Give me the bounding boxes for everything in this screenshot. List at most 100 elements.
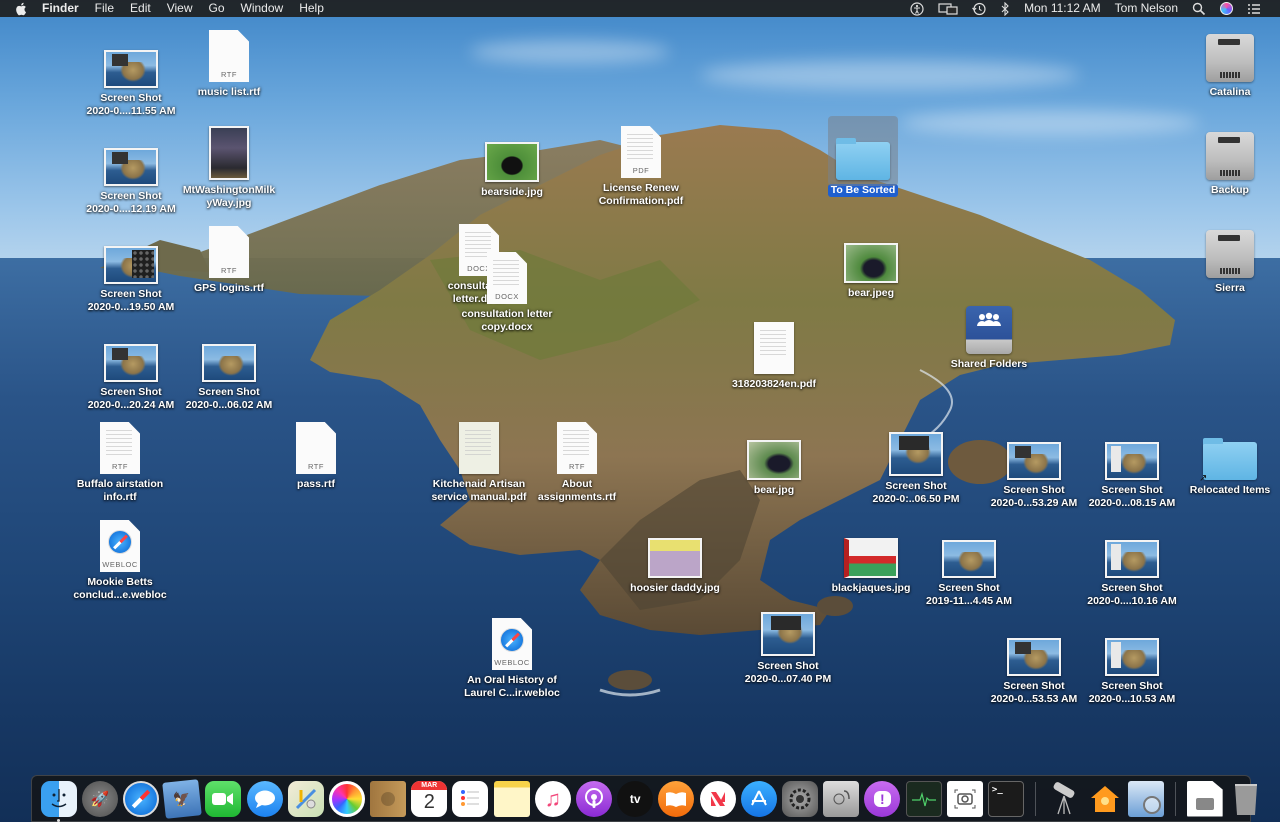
bluetooth-icon[interactable]: [993, 1, 1017, 16]
dock-news[interactable]: [699, 780, 736, 817]
desktop-file-screenshot[interactable]: Screen Shot 2020-0...08.15 AM: [1082, 424, 1182, 510]
menu-window[interactable]: Window: [233, 0, 292, 17]
desktop-file-photo[interactable]: bear.jpeg: [821, 227, 921, 300]
spotlight-search-icon[interactable]: [1185, 2, 1213, 16]
desktop-server-shared-folders[interactable]: Shared Folders: [939, 298, 1039, 371]
clock[interactable]: Mon 11:12 AM: [1017, 0, 1108, 17]
desktop-file-screenshot[interactable]: Screen Shot 2020-0...19.50 AM: [81, 228, 181, 314]
desktop-folder-selected[interactable]: To Be Sorted: [813, 116, 913, 197]
screenshot-thumbnail: [1105, 442, 1159, 480]
desktop-file-screenshot[interactable]: Screen Shot 2020-0....11.55 AM: [81, 32, 181, 118]
desktop-file-screenshot[interactable]: Screen Shot 2020-0:..06.50 PM: [866, 420, 966, 506]
dock-feedback-assistant[interactable]: !: [864, 780, 901, 817]
screenshot-thumbnail: [1007, 442, 1061, 480]
menu-help[interactable]: Help: [291, 0, 332, 17]
dock-app-store[interactable]: [740, 780, 777, 817]
dock-activity-monitor[interactable]: [905, 780, 942, 817]
desktop-file-webloc[interactable]: WEBLOC Mookie Betts conclud...e.webloc: [70, 516, 170, 602]
dock-home[interactable]: [1087, 781, 1123, 817]
trash-icon: [1234, 783, 1257, 815]
desktop-file-pdf[interactable]: Kitchenaid Artisan service manual.pdf: [429, 418, 529, 504]
dock-preview[interactable]: [1128, 780, 1165, 817]
desktop-file-screenshot[interactable]: Screen Shot 2020-0...53.29 AM: [984, 424, 1084, 510]
desktop-file-screenshot[interactable]: Screen Shot 2020-0...07.40 PM: [738, 600, 838, 686]
dock-calendar[interactable]: MAR 2: [411, 780, 448, 817]
desktop-drive-backup[interactable]: Backup: [1180, 124, 1280, 197]
dock-notes[interactable]: [493, 780, 530, 817]
file-name: Screen Shot: [100, 190, 162, 202]
dock-terminal[interactable]: >_: [987, 780, 1024, 817]
dock-finder[interactable]: [40, 780, 77, 822]
desktop-file-rtf[interactable]: RTF pass.rtf: [266, 418, 366, 491]
screen-mirroring-icon[interactable]: [931, 2, 965, 16]
dock-photos[interactable]: [328, 780, 365, 817]
desktop-file-screenshot[interactable]: Screen Shot 2020-0...10.53 AM: [1082, 620, 1182, 706]
dock-contacts[interactable]: [370, 780, 407, 817]
time-machine-icon[interactable]: [965, 2, 993, 16]
hard-drive-icon: [1206, 34, 1254, 82]
desktop-file-docx[interactable]: DOCX consultation letter copy.docx: [457, 248, 557, 334]
dock-launchpad[interactable]: 🚀: [81, 780, 118, 817]
menu-edit[interactable]: Edit: [122, 0, 159, 17]
desktop-file-pdf[interactable]: 318203824en.pdf: [724, 318, 824, 391]
file-name: GPS logins.rtf: [193, 282, 264, 294]
dock-mail[interactable]: 🦅: [162, 778, 202, 819]
telescope-icon: [1053, 781, 1075, 814]
desktop-file-screenshot[interactable]: Screen Shot 2020-0....10.16 AM: [1082, 522, 1182, 608]
desktop-drive-catalina[interactable]: Catalina: [1180, 26, 1280, 99]
dock-network-radar[interactable]: [1046, 781, 1082, 817]
desktop-file-screenshot[interactable]: Screen Shot 2020-0...53.53 AM: [984, 620, 1084, 706]
dock-maps[interactable]: [287, 780, 324, 817]
desktop-file-pdf[interactable]: PDF License Renew Confirmation.pdf: [591, 122, 691, 208]
desktop-file-webloc[interactable]: WEBLOC An Oral History of Laurel C...ir.w…: [462, 614, 562, 700]
desktop-file-screenshot[interactable]: Screen Shot 2020-0....12.19 AM: [81, 130, 181, 216]
file-name: 2020-0...06.02 AM: [185, 399, 273, 411]
dock-system-preferences[interactable]: [781, 780, 818, 817]
desktop-file-rtf[interactable]: RTF music list.rtf: [179, 26, 279, 99]
file-name: assignments.rtf: [537, 491, 617, 503]
dock-screenshot[interactable]: [946, 780, 983, 817]
file-name: music list.rtf: [197, 86, 261, 98]
dock-podcasts[interactable]: [576, 780, 613, 817]
dock-downloads-stack[interactable]: [1186, 780, 1223, 817]
desktop-file-rtf[interactable]: RTF Buffalo airstation info.rtf: [70, 418, 170, 504]
dock-music[interactable]: ♫: [534, 780, 571, 817]
desktop-file-photo[interactable]: blackjaques.jpg: [821, 522, 921, 595]
dock-trash[interactable]: [1228, 781, 1264, 817]
file-name: Shared Folders: [950, 358, 1028, 370]
file-name: Buffalo airstation: [76, 478, 164, 490]
dock-facetime[interactable]: [205, 780, 242, 817]
apple-menu-icon[interactable]: [14, 2, 28, 16]
dock-reminders[interactable]: [452, 780, 489, 817]
dock-safari[interactable]: [122, 780, 159, 817]
folder-icon: [836, 138, 890, 180]
desktop-file-screenshot[interactable]: Screen Shot 2020-0...06.02 AM: [179, 326, 279, 412]
siri-icon[interactable]: [1213, 2, 1240, 15]
notification-center-icon[interactable]: [1240, 2, 1268, 16]
file-name: bearside.jpg: [481, 186, 543, 198]
desktop-file-screenshot[interactable]: Screen Shot 2020-0...20.24 AM: [81, 326, 181, 412]
menu-go[interactable]: Go: [201, 0, 233, 17]
app-store-icon: [750, 790, 767, 805]
dock-books[interactable]: [658, 780, 695, 817]
desktop-drive-sierra[interactable]: Sierra: [1180, 222, 1280, 295]
desktop-file-photo[interactable]: MtWashingtonMilk yWay.jpg: [179, 124, 279, 210]
menu-file[interactable]: File: [87, 0, 122, 17]
menu-view[interactable]: View: [159, 0, 201, 17]
file-type-label: DOCX: [495, 292, 519, 301]
user-name[interactable]: Tom Nelson: [1108, 0, 1185, 17]
dock-disk-utility[interactable]: [823, 780, 860, 817]
desktop-file-rtf[interactable]: RTF GPS logins.rtf: [179, 222, 279, 295]
desktop-file-screenshot[interactable]: Screen Shot 2019-11...4.45 AM: [919, 522, 1019, 608]
desktop-file-photo[interactable]: hoosier daddy.jpg: [625, 522, 725, 595]
accessibility-icon[interactable]: [903, 1, 931, 16]
desktop-file-photo[interactable]: bearside.jpg: [462, 126, 562, 199]
dock-messages[interactable]: [246, 780, 283, 817]
desktop-file-photo[interactable]: bear.jpg: [724, 424, 824, 497]
rtf-document-icon: RTF: [209, 226, 249, 278]
dock-tv[interactable]: tv: [617, 780, 654, 817]
desktop-file-rtf[interactable]: RTF About assignments.rtf: [527, 418, 627, 504]
desktop-alias-folder[interactable]: ↗ Relocated Items: [1180, 424, 1280, 497]
running-indicator: [57, 818, 61, 822]
menu-app-finder[interactable]: Finder: [34, 0, 87, 17]
